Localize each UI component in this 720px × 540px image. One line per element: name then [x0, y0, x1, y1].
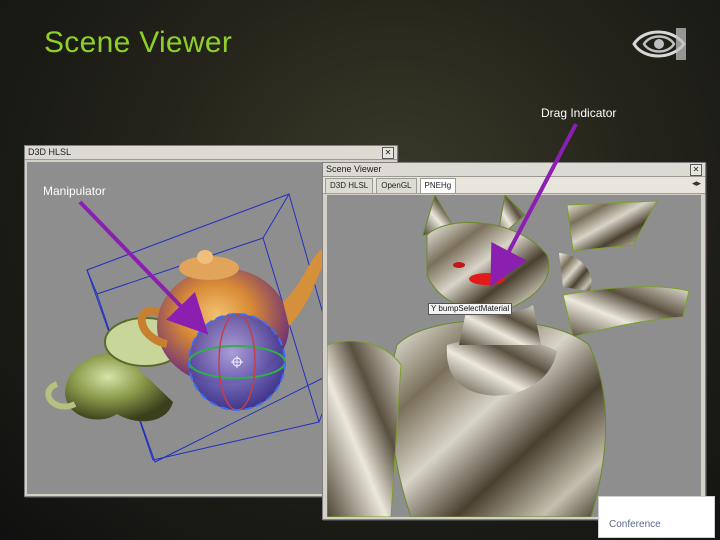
manipulator-arrow [78, 200, 209, 335]
annotation-arrows [78, 123, 578, 335]
drag-indicator-arrow [490, 123, 578, 287]
